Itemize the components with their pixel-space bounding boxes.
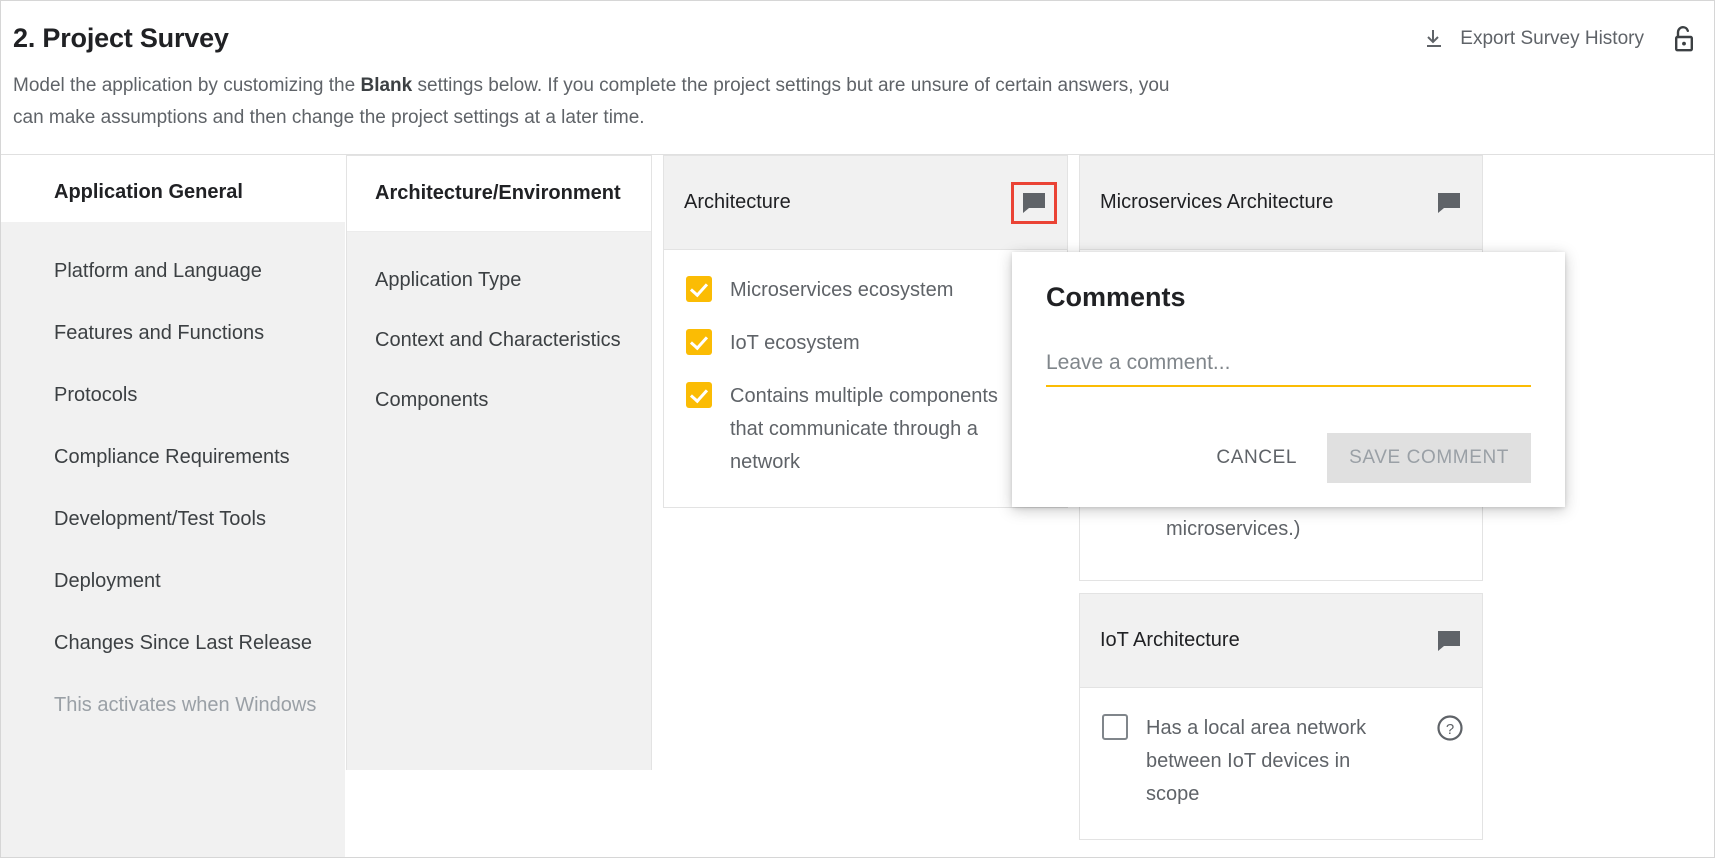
- checkbox-row-microservices-ecosystem[interactable]: Microservices ecosystem: [686, 274, 1049, 307]
- sidebar-item-compliance-requirements[interactable]: Compliance Requirements: [1, 426, 345, 488]
- comments-popup-title: Comments: [1046, 282, 1531, 313]
- comment-icon[interactable]: [1432, 626, 1466, 656]
- comment-input[interactable]: [1046, 351, 1531, 387]
- checkbox-row-multiple-components[interactable]: Contains multiple components that commun…: [686, 380, 1049, 479]
- sidebar-item-development-test-tools[interactable]: Development/Test Tools: [1, 488, 345, 550]
- comment-icon[interactable]: [1432, 188, 1466, 218]
- checkbox-row-iot-ecosystem[interactable]: IoT ecosystem: [686, 327, 1049, 360]
- export-survey-history-label: Export Survey History: [1460, 28, 1644, 50]
- help-icon[interactable]: ?: [1436, 714, 1464, 747]
- checkbox-microservices-ecosystem[interactable]: [686, 276, 712, 302]
- architecture-environment-panel: Architecture/Environment Application Typ…: [346, 155, 652, 770]
- application-general-list: Platform and Language Features and Funct…: [1, 222, 345, 858]
- checkbox-multiple-components[interactable]: [686, 382, 712, 408]
- export-survey-history-button[interactable]: Export Survey History: [1412, 23, 1654, 55]
- architecture-card: Architecture Microservices ecosystem: [663, 155, 1068, 508]
- cancel-button[interactable]: CANCEL: [1202, 435, 1311, 481]
- microservices-architecture-card-title: Microservices Architecture: [1100, 191, 1333, 214]
- architecture-environment-header: Architecture/Environment: [347, 156, 651, 232]
- iot-architecture-card-body: Has a local area network between IoT dev…: [1080, 688, 1482, 839]
- sidebar-item-deployment[interactable]: Deployment: [1, 550, 345, 612]
- comment-icon[interactable]: [1017, 188, 1051, 218]
- iot-architecture-card-header: IoT Architecture: [1080, 594, 1482, 688]
- checkbox-label-multiple-components[interactable]: Contains multiple components that commun…: [730, 380, 1030, 479]
- comments-popup-actions: CANCEL SAVE COMMENT: [1046, 433, 1531, 483]
- comments-popup: Comments CANCEL SAVE COMMENT: [1012, 252, 1565, 507]
- architecture-card-header: Architecture: [664, 156, 1067, 250]
- sidebar-item-context-and-characteristics[interactable]: Context and Characteristics: [347, 310, 651, 370]
- iot-architecture-card: IoT Architecture Has a local area networ…: [1079, 593, 1483, 840]
- sidebar-item-components[interactable]: Components: [347, 370, 651, 430]
- sidebar-item-activation-notice: This activates when Windows: [1, 674, 345, 736]
- sidebar-item-platform-and-language[interactable]: Platform and Language: [1, 240, 345, 302]
- header-actions: Export Survey History: [1412, 23, 1698, 55]
- architecture-environment-list: Application Type Context and Characteris…: [347, 232, 651, 770]
- checkbox-label-iot-ecosystem[interactable]: IoT ecosystem: [730, 327, 860, 360]
- microservices-architecture-card-header: Microservices Architecture: [1080, 156, 1482, 250]
- save-comment-button[interactable]: SAVE COMMENT: [1327, 433, 1531, 483]
- page-description-bold: Blank: [360, 75, 412, 96]
- download-icon: [1422, 27, 1446, 51]
- iot-architecture-card-title: IoT Architecture: [1100, 629, 1240, 652]
- page-description-part1: Model the application by customizing the: [13, 75, 360, 96]
- page-header: 2. Project Survey Model the application …: [1, 1, 1714, 155]
- architecture-card-title: Architecture: [684, 191, 791, 214]
- checkbox-row-local-area-network[interactable]: Has a local area network between IoT dev…: [1102, 712, 1464, 811]
- sidebar-item-protocols[interactable]: Protocols: [1, 364, 345, 426]
- svg-text:?: ?: [1446, 721, 1454, 738]
- checkbox-iot-ecosystem[interactable]: [686, 329, 712, 355]
- application-general-header: Application General: [1, 163, 345, 222]
- checkbox-label-microservices-ecosystem[interactable]: Microservices ecosystem: [730, 274, 953, 307]
- sidebar-item-changes-since-last-release[interactable]: Changes Since Last Release: [1, 612, 345, 674]
- unlock-icon[interactable]: [1670, 24, 1698, 54]
- architecture-card-body: Microservices ecosystem IoT ecosystem Co…: [664, 250, 1067, 507]
- application-general-panel: Application General Platform and Languag…: [1, 155, 346, 858]
- project-survey-page: 2. Project Survey Model the application …: [0, 0, 1715, 858]
- sidebar-item-application-type[interactable]: Application Type: [347, 250, 651, 310]
- architecture-card-column: Architecture Microservices ecosystem: [663, 155, 1068, 520]
- checkbox-label-local-area-network[interactable]: Has a local area network between IoT dev…: [1146, 712, 1396, 811]
- sidebar-item-features-and-functions[interactable]: Features and Functions: [1, 302, 345, 364]
- checkbox-local-area-network[interactable]: [1102, 714, 1128, 740]
- page-description: Model the application by customizing the…: [13, 70, 1193, 134]
